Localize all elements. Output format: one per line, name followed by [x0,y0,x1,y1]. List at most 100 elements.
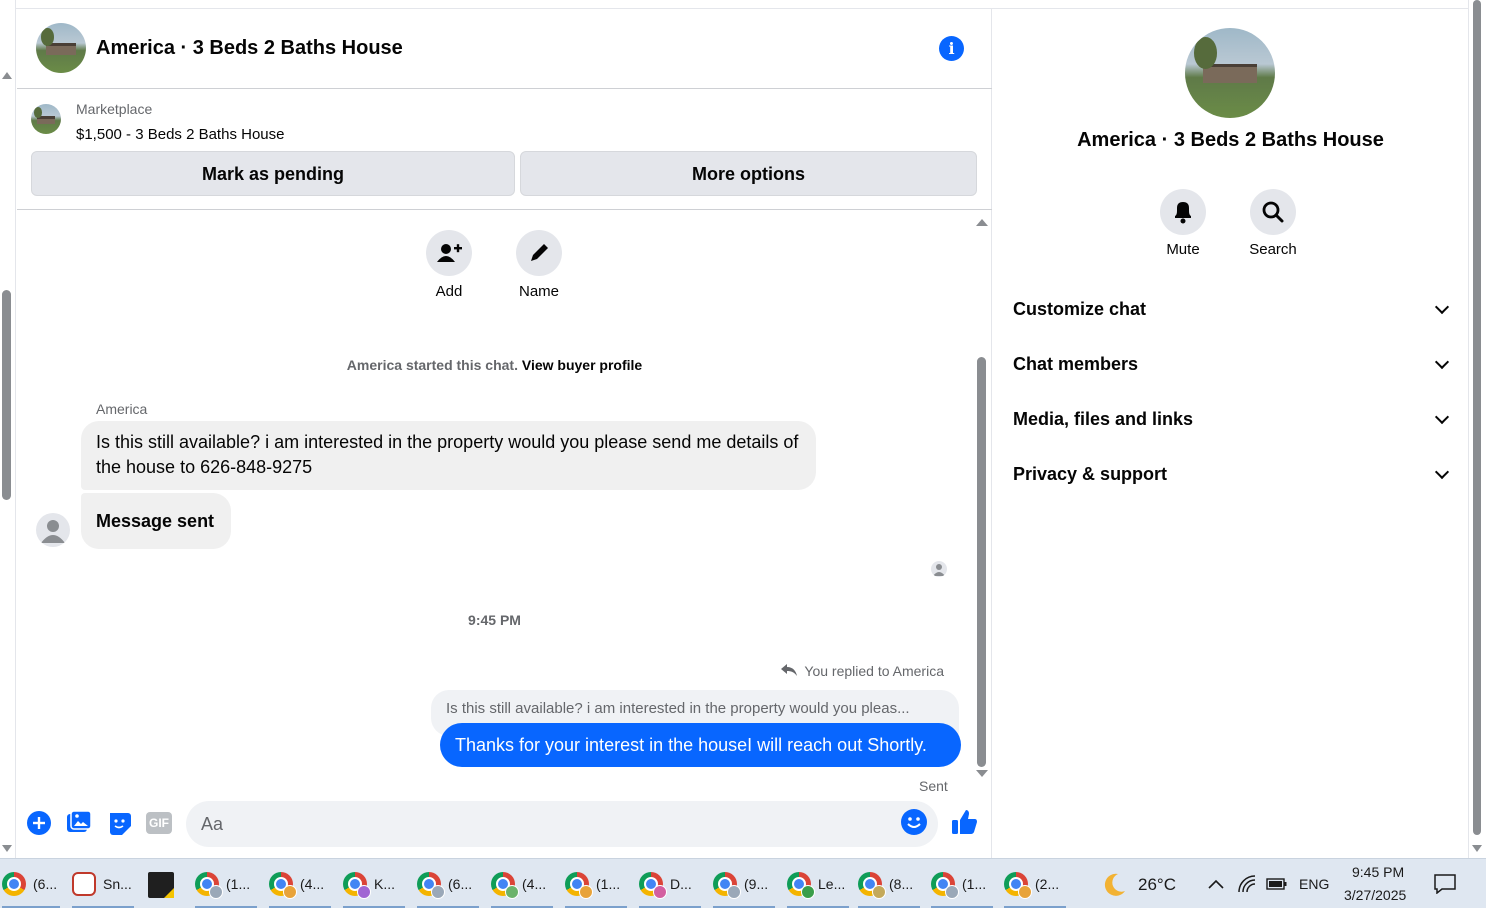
language-indicator[interactable]: ENG [1299,876,1329,892]
clock-date[interactable]: 3/27/2025 [1344,887,1406,903]
outgoing-message-bubble[interactable]: Thanks for your interest in the houseI w… [440,723,961,767]
taskbar-item[interactable]: (4... [491,859,553,908]
taskbar-item[interactable]: D... [639,859,701,908]
scroll-thumb[interactable] [2,290,11,500]
screen: America · 3 Beds 2 Baths House i Marketp… [0,0,1486,908]
mark-as-pending-button[interactable]: Mark as pending [31,151,515,196]
listing-title[interactable]: $1,500 - 3 Beds 2 Baths House [76,126,284,143]
page-scrollbar[interactable] [1468,0,1486,858]
taskbar-item-label: Le... [818,876,846,892]
page-scroll-down-icon[interactable] [1472,845,1482,852]
chevron-down-icon [1434,464,1450,480]
chat-started-notice: America started this chat. View buyer pr… [17,357,972,373]
incoming-message-bubble[interactable]: Is this still available? i am interested… [81,421,816,490]
reply-arrow-icon [780,663,797,679]
sender-avatar[interactable] [36,513,70,547]
weather-widget[interactable]: 26°C [1100,859,1180,908]
listing-thumbnail[interactable] [31,104,61,134]
section-label: Media, files and links [1013,409,1194,429]
taskbar-item-label: (4... [300,876,325,892]
view-buyer-profile-link[interactable]: View buyer profile [522,357,642,373]
section-customize-chat[interactable]: Customize chat [1013,290,1453,330]
message-input-placeholder: Aa [201,814,224,834]
battery-icon[interactable] [1266,877,1288,891]
taskbar-item-label: (6... [33,876,58,892]
plus-icon[interactable] [26,810,52,836]
listing-banner: Marketplace $1,500 - 3 Beds 2 Baths Hous… [17,90,992,210]
notification-icon[interactable] [1434,874,1456,894]
weather-temp: 26°C [1138,875,1176,894]
sender-name: America [96,401,148,417]
taskbar-item-label: (1... [226,876,251,892]
search-label: Search [1249,241,1297,258]
outer-scrollbar[interactable] [0,0,16,858]
section-media-files-links[interactable]: Media, files and links [1013,400,1453,440]
thread-scroll-thumb[interactable] [977,357,986,767]
add-people-button[interactable] [426,230,472,276]
taskbar-item-label: Sn... [103,876,132,892]
message-sent-bubble[interactable]: Message sent [81,493,231,549]
name-label: Name [518,283,559,300]
message-input[interactable]: Aa [186,801,938,847]
emoji-icon[interactable] [901,809,927,835]
scroll-down-arrow-icon[interactable] [2,845,12,852]
taskbar-item[interactable]: K... [343,859,405,908]
seen-avatar [931,561,947,577]
chevron-up-icon[interactable] [1208,878,1224,890]
search-icon [1262,201,1284,223]
started-text: America started this chat. [346,357,518,373]
taskbar-item-label: (1... [596,876,621,892]
taskbar-item[interactable]: Sn... [72,859,136,908]
taskbar-item[interactable]: (1... [565,859,627,908]
chat-panel: America · 3 Beds 2 Baths House i Marketp… [17,9,992,858]
taskbar-item[interactable]: Le... [787,859,849,908]
more-options-button[interactable]: More options [520,151,977,196]
thumbs-up-icon[interactable] [950,808,978,836]
gif-icon[interactable]: GIF [146,812,172,834]
taskbar-item[interactable]: (4... [269,859,331,908]
clock-time[interactable]: 9:45 PM [1352,864,1404,880]
seen-user-icon [933,564,945,576]
wifi-icon[interactable] [1237,875,1257,893]
chat-title[interactable]: America · 3 Beds 2 Baths House [96,37,403,60]
add-label: Add [435,283,463,300]
replied-indicator: You replied to America [780,663,944,679]
page-scroll-thumb[interactable] [1473,0,1481,835]
taskbar-item[interactable]: (9... [713,859,775,908]
taskbar-item[interactable]: (8... [858,859,920,908]
thread-scroll-up-icon[interactable] [976,219,988,226]
section-chat-members[interactable]: Chat members [1013,345,1453,385]
photo-icon[interactable] [66,810,92,836]
message-timestamp: 9:45 PM [468,612,521,628]
sticker-icon[interactable] [106,810,132,836]
bell-icon [1175,202,1191,224]
sticky-notes-icon [148,872,174,898]
message-thread: Add Name America started this chat. View… [17,211,992,791]
chat-info-panel: America · 3 Beds 2 Baths House Mute Sear… [993,9,1468,858]
mute-button[interactable] [1160,189,1206,235]
taskbar-item[interactable] [148,859,178,908]
info-icon[interactable]: i [939,36,964,61]
chrome-icon [2,872,26,896]
snipping-tool-icon [72,872,96,896]
section-label: Privacy & support [1013,464,1168,484]
chat-header: America · 3 Beds 2 Baths House i [17,9,992,89]
side-avatar[interactable] [1185,28,1275,118]
scroll-up-arrow-icon[interactable] [2,72,12,79]
section-privacy-support[interactable]: Privacy & support [1013,455,1453,495]
search-button[interactable] [1250,189,1296,235]
thread-scrollbar[interactable] [975,216,988,786]
taskbar-item-label: (6... [448,876,473,892]
side-title: America · 3 Beds 2 Baths House [1077,129,1384,151]
taskbar-item[interactable]: (6... [2,859,62,908]
thread-scroll-down-icon[interactable] [976,770,988,777]
taskbar-item[interactable]: (2... [1004,859,1066,908]
taskbar-item[interactable]: (1... [195,859,257,908]
taskbar-item[interactable]: (1... [931,859,993,908]
taskbar-item-label: K... [374,876,396,892]
replied-label: You replied to America [804,663,944,679]
taskbar-item-label: (9... [744,876,769,892]
taskbar-item[interactable]: (6... [417,859,479,908]
chat-avatar[interactable] [36,23,86,73]
name-chat-button[interactable] [516,230,562,276]
